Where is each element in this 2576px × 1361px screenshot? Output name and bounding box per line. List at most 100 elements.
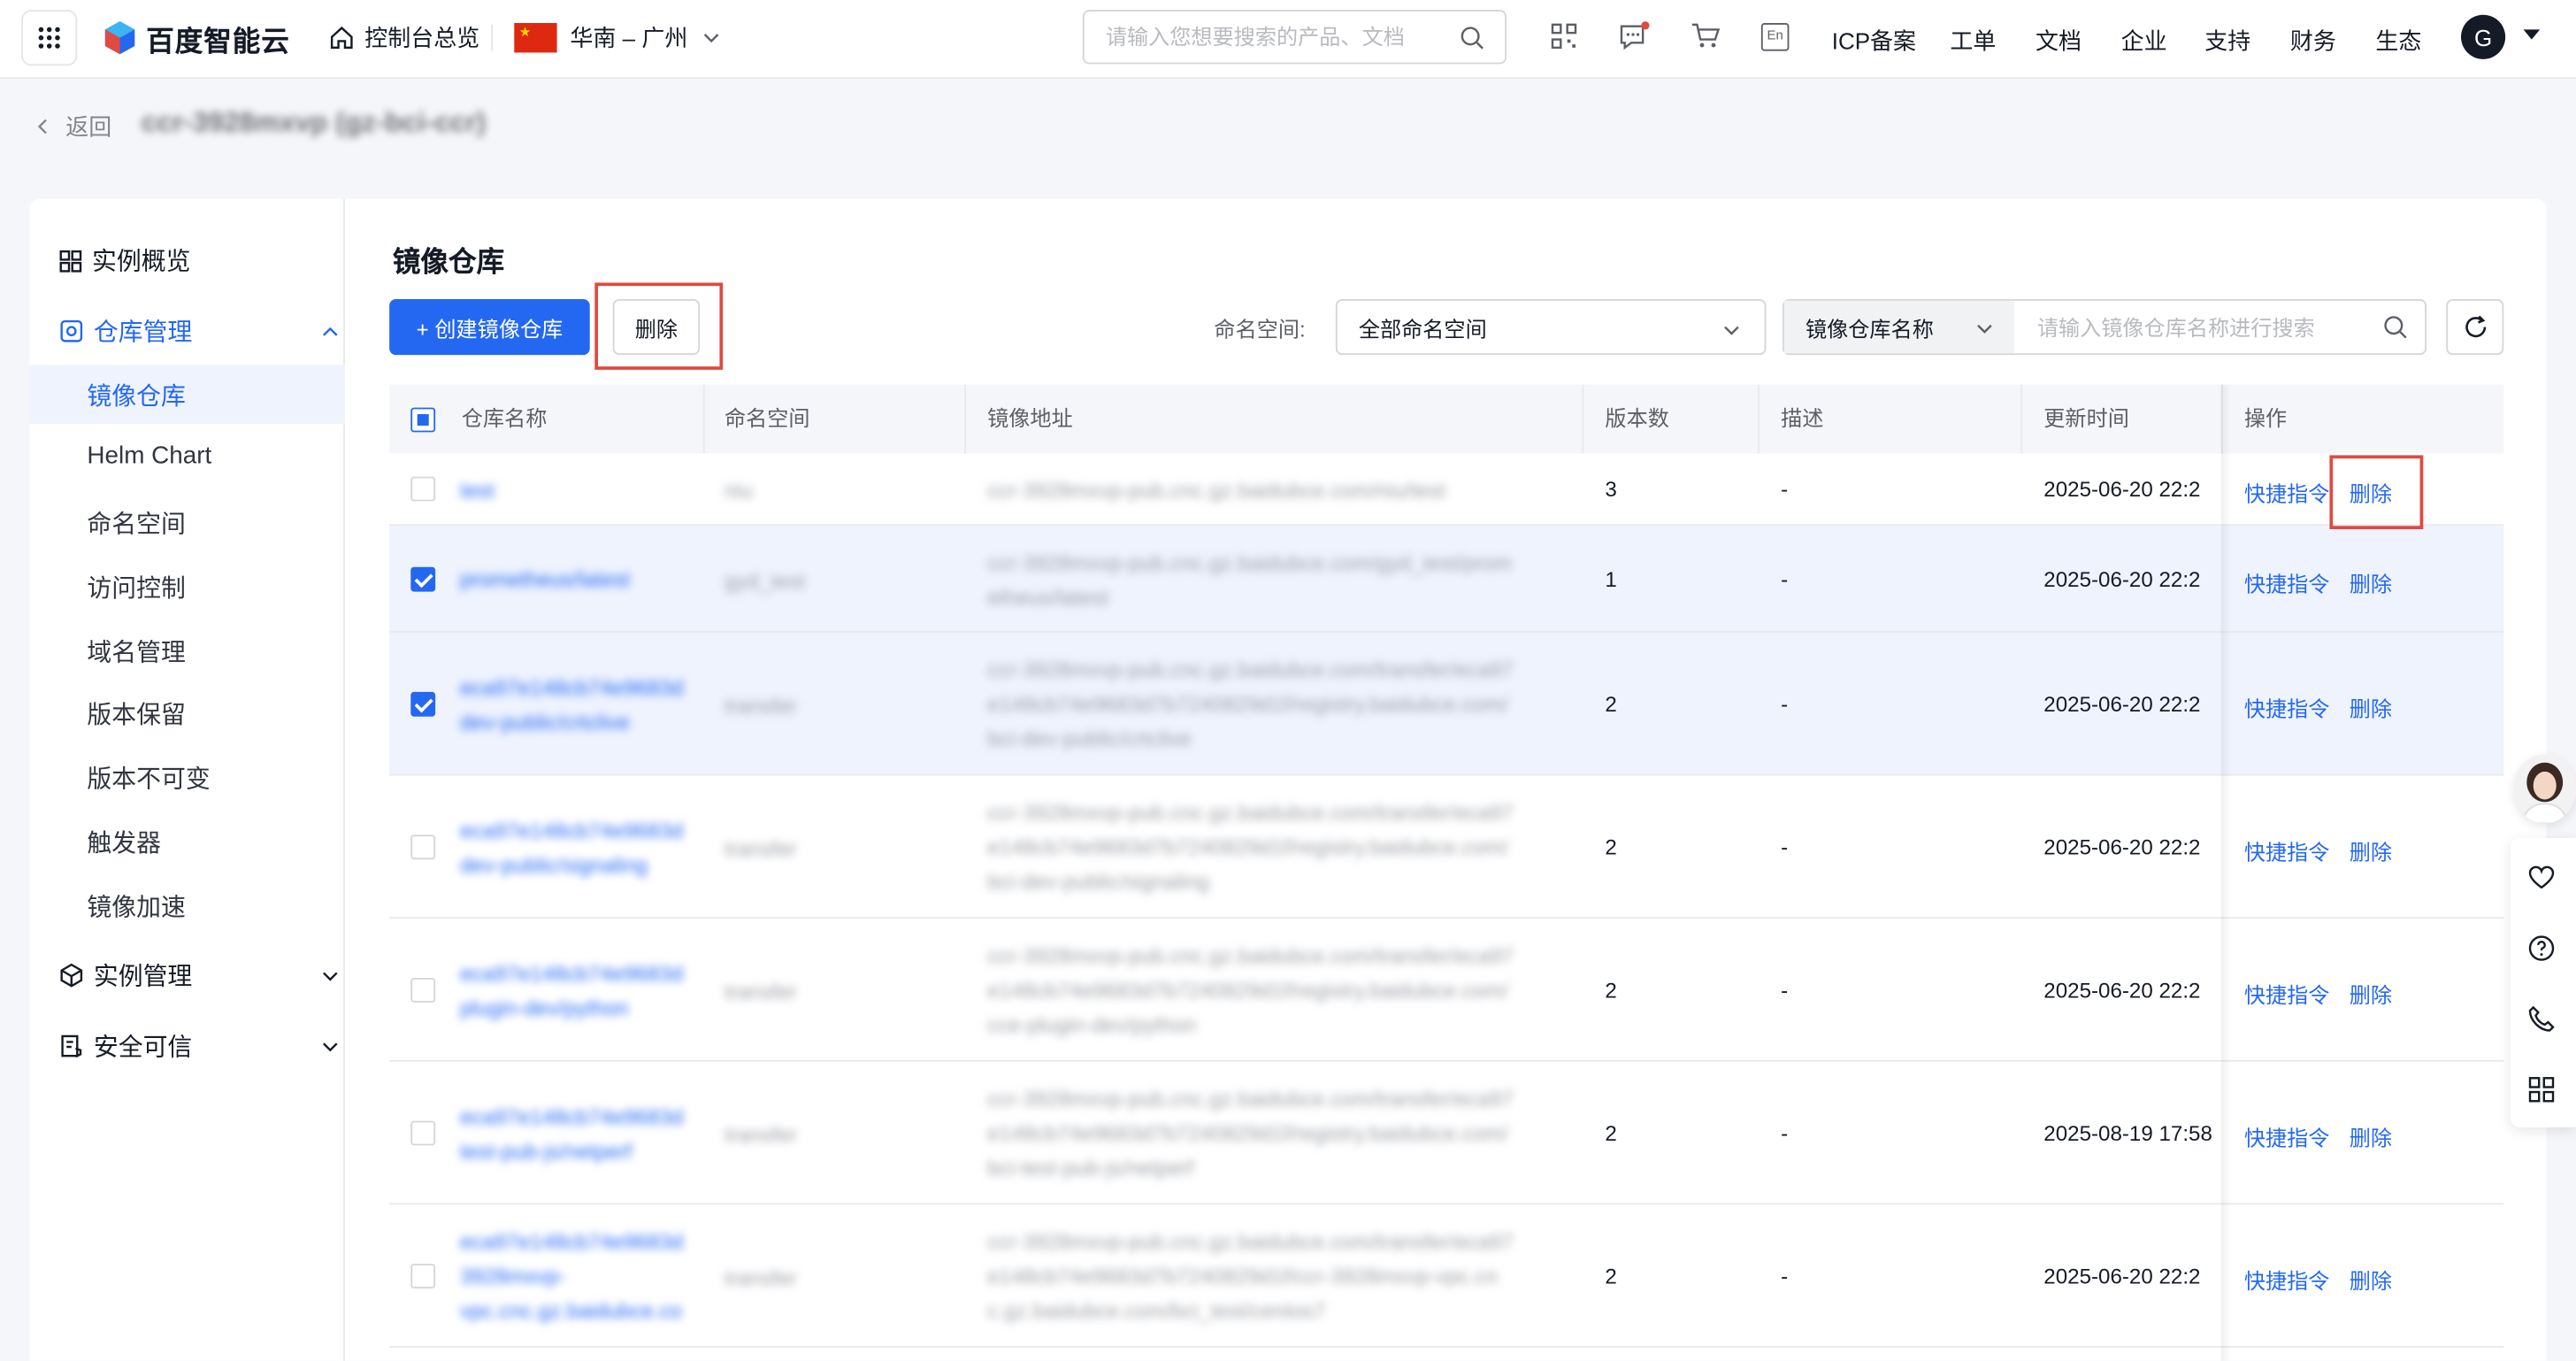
column-header-actions: 操作 (2243, 405, 2288, 431)
sidebar-item-trigger[interactable]: 触发器 (87, 825, 161, 859)
image-address-line: ccr-3928mxvp-pub.cnc.gz.baidubce.com/gyd… (987, 550, 1513, 575)
repository-icon (60, 319, 83, 342)
brand-logo[interactable]: 百度智能云 (102, 18, 290, 58)
table-row[interactable]: prometheus/latest gyd_test ccr-3928mxvp-pu… (389, 526, 2504, 634)
sidebar-item-helm-chart[interactable]: Helm Chart (87, 442, 211, 471)
sidebar-group-instance-management[interactable]: 实例管理 (59, 958, 192, 993)
app-menu-grid-icon[interactable] (21, 10, 78, 66)
chevron-down-icon (1724, 326, 1739, 335)
chevron-down-icon (1977, 324, 1992, 334)
row-checkbox[interactable] (410, 1119, 436, 1145)
repo-name-link[interactable]: eca97e148cb74e9683d plugin-dev/python (460, 956, 707, 1025)
console-home-link[interactable]: 控制台总览 (328, 21, 479, 54)
region-selector[interactable]: ★ 华南 – 广州 (514, 21, 720, 54)
message-icon[interactable] (1618, 21, 1651, 50)
repo-name-link[interactable]: eca97e148cb74e9683d dev-public/crtclive (460, 670, 707, 739)
column-header-name: 仓库名称 (461, 405, 548, 431)
delete-link[interactable]: 删除 (2350, 977, 2392, 1008)
version-count-cell: 2 (1605, 977, 1617, 1002)
quick-command-link[interactable]: 快捷指令 (2244, 566, 2330, 597)
nav-enterprise[interactable]: 企业 (2121, 25, 2167, 58)
fixed-column-shadow (2220, 384, 2232, 1361)
namespace-select[interactable]: 全部命名空间 (1335, 299, 1767, 356)
repo-name-link[interactable]: eca97e148cb74e9683d dev-public/signaling (460, 812, 707, 881)
quick-command-link[interactable]: 快捷指令 (2244, 1120, 2330, 1151)
help-icon[interactable] (2526, 934, 2556, 963)
image-address-line: ccr-3928mxvp-pub.cnc.gz.baidubce.com/tra… (987, 943, 1514, 968)
repo-search-input[interactable] (2015, 300, 2378, 354)
repo-name-link[interactable]: test (460, 473, 707, 507)
nav-ecosystem[interactable]: 生态 (2375, 25, 2421, 58)
assistant-avatar[interactable] (2513, 754, 2576, 824)
repo-name-link[interactable]: prometheus/latest (460, 562, 707, 596)
select-all-checkbox[interactable] (410, 407, 436, 433)
table-row[interactable]: eca97e148cb74e9683d dev-public/signaling t… (389, 776, 2504, 919)
search-icon[interactable] (1459, 25, 1485, 51)
quick-command-link[interactable]: 快捷指令 (2244, 977, 2330, 1008)
chevron-down-icon[interactable] (320, 966, 340, 986)
nav-finance[interactable]: 财务 (2290, 25, 2336, 58)
qrcode-icon[interactable] (1549, 21, 1578, 50)
quick-command-link[interactable]: 快捷指令 (2244, 1263, 2330, 1294)
sidebar-group-security[interactable]: 安全可信 (59, 1029, 192, 1064)
row-checkbox[interactable] (410, 690, 436, 716)
row-checkbox[interactable] (410, 834, 436, 859)
quick-command-link[interactable]: 快捷指令 (2244, 477, 2330, 508)
row-checkbox[interactable] (410, 476, 436, 502)
delete-link[interactable]: 删除 (2350, 1120, 2392, 1151)
quick-command-link[interactable]: 快捷指令 (2244, 691, 2330, 722)
user-menu-caret-icon[interactable] (2523, 29, 2541, 40)
language-switch-icon[interactable]: En (1760, 23, 1790, 51)
sidebar-item-acceleration[interactable]: 镜像加速 (87, 889, 185, 924)
repo-name-link[interactable]: eca97e148cb74e9683d test-pub-js/netperf (460, 1099, 707, 1168)
image-address-line: e148cb74e9683d7b7240829d1f/ccr-3928mxvp-… (987, 1264, 1499, 1289)
sidebar-item-tag-retention[interactable]: 版本保留 (87, 696, 185, 731)
row-checkbox[interactable] (410, 977, 436, 1002)
shopping-cart-icon[interactable] (1690, 21, 1721, 50)
repo-name-line: dev-public/signaling (460, 851, 648, 877)
create-repo-button[interactable]: + 创建镜像仓库 (389, 299, 590, 356)
search-icon[interactable] (2382, 314, 2409, 341)
app-grid-icon[interactable] (2526, 1075, 2556, 1104)
column-divider (1582, 384, 1584, 454)
quick-command-link[interactable]: 快捷指令 (2244, 834, 2330, 865)
console-app: 百度智能云 控制台总览 ★ 华南 – 广州 En ICP备案 工单 文档 企业 … (0, 0, 2576, 1361)
delete-link[interactable]: 删除 (2350, 834, 2392, 865)
sidebar-item-overview[interactable]: 实例概览 (59, 243, 190, 278)
sidebar-item-namespace[interactable]: 命名空间 (87, 506, 185, 541)
global-search-input[interactable] (1084, 12, 1446, 63)
image-address-cell: ccr-3928mxvp-pub.cnc.gz.baidubce.com/tra… (987, 652, 1570, 756)
user-avatar[interactable]: G (2461, 14, 2506, 59)
chevron-up-icon[interactable] (320, 322, 340, 342)
refresh-button[interactable] (2446, 299, 2504, 356)
row-checkbox[interactable] (410, 565, 436, 591)
repo-name-link[interactable]: eca97e148cb74e9683d 3928mxvp-vpc.cnc.gz.b… (460, 1225, 707, 1328)
sidebar-item-tag-immutable[interactable]: 版本不可变 (87, 761, 210, 796)
phone-icon[interactable] (2526, 1004, 2556, 1034)
delete-link[interactable]: 删除 (2350, 566, 2392, 597)
sidebar-group-repo-management[interactable]: 仓库管理 (59, 314, 192, 349)
heart-icon[interactable] (2526, 863, 2556, 892)
table-row[interactable]: eca97e148cb74e9683d test-pub-js/netperf tr… (389, 1062, 2504, 1205)
delete-link[interactable]: 删除 (2350, 691, 2392, 722)
description-cell: - (1781, 1119, 1789, 1145)
version-count-cell: 2 (1605, 834, 1617, 859)
back-link[interactable]: 返回 (33, 110, 111, 142)
table-row[interactable]: test niu ccr-3928mxvp-pub.cnc.gz.baidubce.… (389, 454, 2504, 527)
delete-link[interactable]: 删除 (2350, 1263, 2392, 1294)
nav-ticket[interactable]: 工单 (1950, 25, 1996, 58)
table-row[interactable]: eca97e148cb74e9683d plugin-dev/python tran… (389, 919, 2504, 1062)
search-type-select[interactable]: 镜像仓库名称 (1783, 300, 2014, 354)
sidebar-item-domain[interactable]: 域名管理 (87, 634, 185, 669)
row-checkbox[interactable] (410, 1263, 436, 1288)
table-row[interactable]: eca97e148cb74e9683d 3928mxvp-vpc.cnc.gz.b… (389, 1204, 2504, 1348)
nav-support[interactable]: 支持 (2204, 25, 2250, 58)
sidebar-item-access-control[interactable]: 访问控制 (87, 570, 185, 604)
sidebar-item-image-repo[interactable]: 镜像仓库 (87, 378, 185, 412)
description-cell: - (1781, 977, 1789, 1002)
nav-docs[interactable]: 文档 (2036, 25, 2082, 58)
nav-icp[interactable]: ICP备案 (1832, 25, 1916, 58)
table-row[interactable]: eca97e148cb74e9683d dev-public/crtclive tr… (389, 633, 2504, 776)
chevron-down-icon[interactable] (320, 1037, 340, 1057)
document-shield-icon (61, 1034, 82, 1058)
